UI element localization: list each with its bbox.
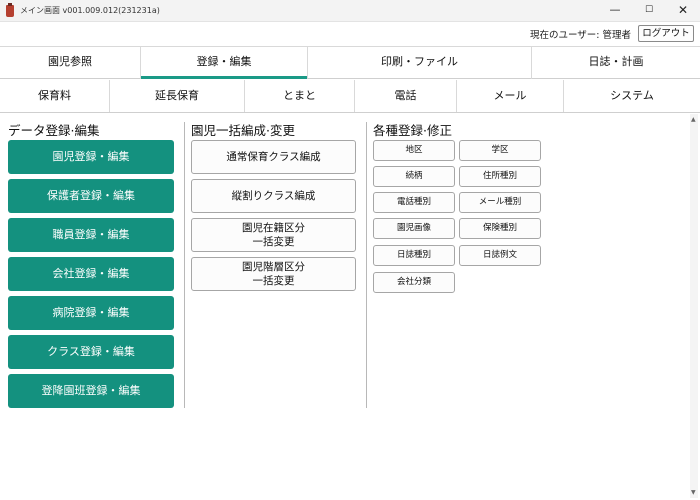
insurance-type-button[interactable]: 保険種別 <box>459 218 541 239</box>
school-district-button[interactable]: 学区 <box>459 140 541 161</box>
child-image-button[interactable]: 園児画像 <box>373 218 455 239</box>
tab-print-file[interactable]: 印刷・ファイル <box>308 47 532 79</box>
guardian-register-button[interactable]: 保護者登録・編集 <box>8 179 174 213</box>
column-divider <box>366 122 367 408</box>
tab-register-edit[interactable]: 登録・編集 <box>141 47 308 79</box>
company-register-button[interactable]: 会社登録・編集 <box>8 257 174 291</box>
subtab-mail[interactable]: メール <box>457 80 564 112</box>
minimize-button[interactable]: — <box>598 0 632 22</box>
diary-example-button[interactable]: 日誌例文 <box>459 245 541 266</box>
staff-register-button[interactable]: 職員登録・編集 <box>8 218 174 252</box>
company-category-button[interactable]: 会社分類 <box>373 272 455 293</box>
main-tab-bar: 園児参照 登録・編集 印刷・ファイル 日誌・計画 <box>0 46 700 79</box>
scroll-down-arrow-icon[interactable]: ▼ <box>691 489 696 496</box>
section-title-misc: 各種登録·修正 <box>373 123 452 138</box>
subtab-phone[interactable]: 電話 <box>355 80 457 112</box>
maximize-button[interactable]: ☐ <box>632 0 666 22</box>
class-register-button[interactable]: クラス登録・編集 <box>8 335 174 369</box>
tab-child-reference[interactable]: 園児参照 <box>0 47 141 79</box>
close-button[interactable]: ✕ <box>666 0 700 22</box>
address-type-button[interactable]: 住所種別 <box>459 166 541 187</box>
vertical-scrollbar[interactable] <box>690 114 698 498</box>
subtab-extended-care[interactable]: 延長保育 <box>110 80 245 112</box>
scroll-up-arrow-icon[interactable]: ▲ <box>691 116 696 123</box>
regular-class-button[interactable]: 通常保育クラス編成 <box>191 140 356 174</box>
subtab-tomato[interactable]: とまと <box>245 80 355 112</box>
diary-type-button[interactable]: 日誌種別 <box>373 245 455 266</box>
window-title-bar: メイン画面 v001.009.012(231231a) — ☐ ✕ <box>0 0 700 22</box>
phone-type-button[interactable]: 電話種別 <box>373 192 455 213</box>
section-title-data-edit: データ登録·編集 <box>8 123 100 138</box>
hospital-register-button[interactable]: 病院登録・編集 <box>8 296 174 330</box>
subtab-childcare-fee[interactable]: 保育料 <box>0 80 110 112</box>
column-divider <box>184 122 185 408</box>
commute-group-register-button[interactable]: 登降園班登録・編集 <box>8 374 174 408</box>
relationship-button[interactable]: 続柄 <box>373 166 455 187</box>
mail-type-button[interactable]: メール種別 <box>459 192 541 213</box>
logout-button[interactable]: ログアウト <box>638 25 694 42</box>
subtab-system[interactable]: システム <box>564 80 700 112</box>
district-button[interactable]: 地区 <box>373 140 455 161</box>
window-title: メイン画面 v001.009.012(231231a) <box>20 6 160 15</box>
tab-diary-plan[interactable]: 日誌・計画 <box>532 47 700 79</box>
vertical-class-button[interactable]: 縦割りクラス編成 <box>191 179 356 213</box>
app-icon <box>6 3 14 17</box>
child-register-button[interactable]: 園児登録・編集 <box>8 140 174 174</box>
section-title-bulk: 園児一括編成·変更 <box>191 123 295 138</box>
tier-bulk-change-button[interactable]: 園児階層区分 一括変更 <box>191 257 356 291</box>
current-user-label: 現在のユーザー: 管理者 <box>530 30 632 41</box>
sub-tab-bar: 保育料 延長保育 とまと 電話 メール システム <box>0 80 700 113</box>
enrollment-bulk-change-button[interactable]: 園児在籍区分 一括変更 <box>191 218 356 252</box>
